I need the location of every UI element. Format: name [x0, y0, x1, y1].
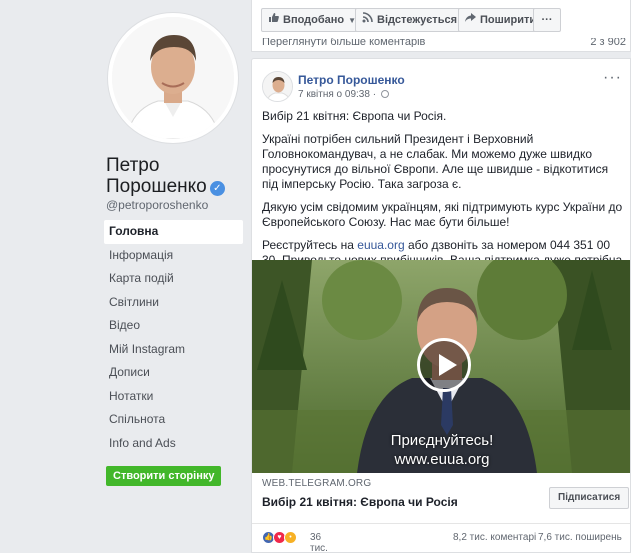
video-caption-line1: Приєднуйтесь!	[390, 432, 494, 449]
play-icon[interactable]	[417, 338, 471, 392]
link-title[interactable]: Вибір 21 квітня: Європа чи Росія	[262, 495, 458, 509]
nav-item-about[interactable]: Інформація	[104, 244, 243, 268]
page-title-line2: Порошенко	[106, 176, 207, 197]
subscribe-button[interactable]: Підписатися	[549, 487, 630, 509]
post-author-avatar[interactable]	[262, 71, 293, 102]
nav-item-info-and-ads[interactable]: Info and Ads	[104, 432, 243, 456]
post-timestamp[interactable]: 7 квітня о 09:38	[298, 89, 370, 100]
liked-label: Вподобано	[283, 14, 345, 26]
post-paragraph: Вибір 21 квітня: Європа чи Росія.	[262, 109, 447, 123]
nav-item-events-map[interactable]: Карта подій	[104, 267, 243, 291]
share-label: Поширити	[480, 14, 537, 26]
page-nav: Головна Інформація Карта подій Світлини …	[104, 220, 243, 455]
video-player[interactable]: Приєднуйтесь! www.euua.org	[252, 260, 630, 473]
divider	[252, 523, 630, 524]
share-button[interactable]: Поширити	[458, 8, 544, 32]
link-domain: WEB.TELEGRAM.ORG	[262, 478, 372, 489]
nav-item-posts[interactable]: Дописи	[104, 361, 243, 385]
post-text-segment: Реєструйтесь на	[262, 238, 358, 252]
page-handle[interactable]: @petroporoshenko	[106, 198, 208, 212]
verified-check-icon: ✓	[209, 181, 225, 196]
comments-count[interactable]: 8,2 тис. коментарі	[453, 532, 536, 543]
shares-count[interactable]: 7,6 тис. поширень	[538, 532, 622, 543]
profile-picture-frame[interactable]	[107, 12, 239, 144]
nav-item-community[interactable]: Спільнота	[104, 408, 243, 432]
create-page-button[interactable]: Створити сторінку	[106, 466, 222, 486]
profile-picture[interactable]	[112, 17, 234, 139]
globe-icon[interactable]	[380, 90, 389, 98]
nav-item-instagram[interactable]: Мій Instagram	[104, 338, 243, 362]
rss-icon	[362, 9, 373, 31]
video-caption-line2: www.euua.org	[394, 451, 490, 468]
post-paragraph: Україні потрібен сильний Президент і Вер…	[262, 132, 609, 191]
nav-item-home[interactable]: Головна	[104, 220, 243, 244]
nav-item-photos[interactable]: Світлини	[104, 291, 243, 315]
following-label: Відстежується	[377, 14, 457, 26]
more-options-button[interactable]: ···	[533, 8, 561, 32]
view-more-comments-link[interactable]: Переглянути більше коментарів	[262, 38, 425, 47]
liked-button[interactable]: Вподобано ▼	[261, 8, 364, 32]
share-arrow-icon	[465, 9, 476, 31]
comments-pagination-count: 2 з 902	[590, 38, 626, 47]
reactions-count: 36 тис.	[310, 532, 328, 553]
post-author-name[interactable]: Петро Порошенко	[298, 73, 405, 87]
nav-item-notes[interactable]: Нотатки	[104, 385, 243, 409]
page-title-line1: Петро	[106, 155, 160, 176]
post-meta: 7 квітня о 09:38 ·	[298, 89, 389, 100]
nav-item-videos[interactable]: Відео	[104, 314, 243, 338]
post-options-button[interactable]: ···	[603, 69, 622, 87]
euua-link[interactable]: euua.org	[357, 238, 404, 252]
wow-reaction-icon: •	[284, 531, 297, 544]
post-paragraph: Дякую усім свідомим українцям, які підтр…	[262, 200, 623, 229]
page-action-bar: Вподобано▼ Відстежується▼ Поширити ··· П…	[251, 0, 631, 52]
thumbs-up-icon	[268, 9, 279, 31]
post-card: Петро Порошенко 7 квітня о 09:38 · ··· В…	[251, 58, 631, 553]
page-title[interactable]: Петро Порошенко ✓	[106, 155, 246, 197]
